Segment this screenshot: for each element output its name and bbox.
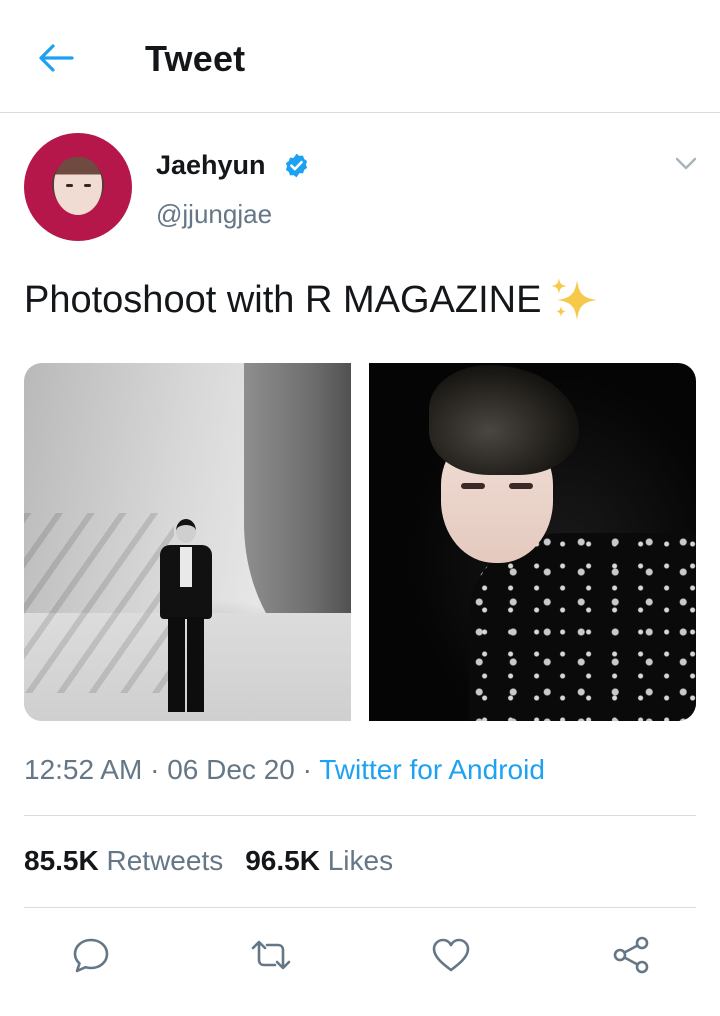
like-button[interactable] [426, 930, 476, 980]
meta-separator: · [302, 754, 312, 785]
person-leg [187, 617, 204, 712]
author-handle[interactable]: @jjungjae [156, 199, 272, 230]
tweet-source-link[interactable]: Twitter for Android [319, 754, 545, 785]
avatar-face [54, 157, 102, 215]
arrow-left-icon [39, 44, 74, 72]
top-app-bar: Tweet [0, 0, 720, 113]
share-button[interactable] [606, 930, 656, 980]
tweet-time: 12:52 AM [24, 754, 143, 785]
likes-label: Likes [327, 845, 394, 876]
tweet-photo-studio[interactable] [24, 363, 351, 721]
person-leg [168, 617, 185, 712]
tweet-options-button[interactable] [670, 148, 702, 180]
divider [24, 815, 696, 816]
likes-count: 96.5K [245, 845, 320, 876]
retweet-icon [251, 940, 291, 970]
person-shirt [180, 547, 192, 587]
share-icon [613, 936, 649, 974]
like-icon [432, 938, 470, 972]
tweet-actions-bar [24, 930, 696, 980]
chevron-down-icon [675, 157, 697, 170]
tweet-text: Photoshoot with R MAGAZINE [24, 276, 704, 323]
likes-stat[interactable]: 96.5K Likes [245, 845, 393, 876]
page-title: Tweet [145, 38, 246, 79]
tweet-photo-portrait[interactable] [369, 363, 696, 721]
tweet-text-content: Photoshoot with R MAGAZINE [24, 279, 542, 321]
retweet-button[interactable] [246, 930, 296, 980]
author-name[interactable]: Jaehyun [156, 150, 266, 181]
reply-icon [73, 938, 109, 973]
verified-badge-icon [285, 153, 308, 178]
sparkles-icon [551, 278, 598, 320]
avatar[interactable] [24, 133, 132, 241]
portrait-hair [429, 365, 579, 475]
tweet-detail-screen: Tweet Jaehyun @jjungjae Photoshoot with … [0, 0, 720, 1016]
avatar-eye [84, 184, 91, 187]
portrait-eye [509, 483, 533, 489]
portrait-eye [461, 483, 485, 489]
back-button[interactable] [32, 36, 80, 80]
photo-person [154, 519, 216, 719]
tweet-meta: 12:52 AM · 06 Dec 20 · Twitter for Andro… [24, 754, 545, 786]
tweet-date: 06 Dec 20 [167, 754, 295, 785]
avatar-eye [66, 184, 73, 187]
reply-button[interactable] [66, 930, 116, 980]
tweet-stats: 85.5K Retweets 96.5K Likes [24, 845, 393, 877]
person-head [176, 519, 196, 543]
retweets-count: 85.5K [24, 845, 99, 876]
divider [24, 907, 696, 908]
photo-shadows [24, 513, 174, 693]
retweets-label: Retweets [106, 845, 224, 876]
tweet-media-grid [24, 363, 696, 721]
retweets-stat[interactable]: 85.5K Retweets [24, 845, 223, 876]
meta-separator: · [150, 754, 160, 785]
